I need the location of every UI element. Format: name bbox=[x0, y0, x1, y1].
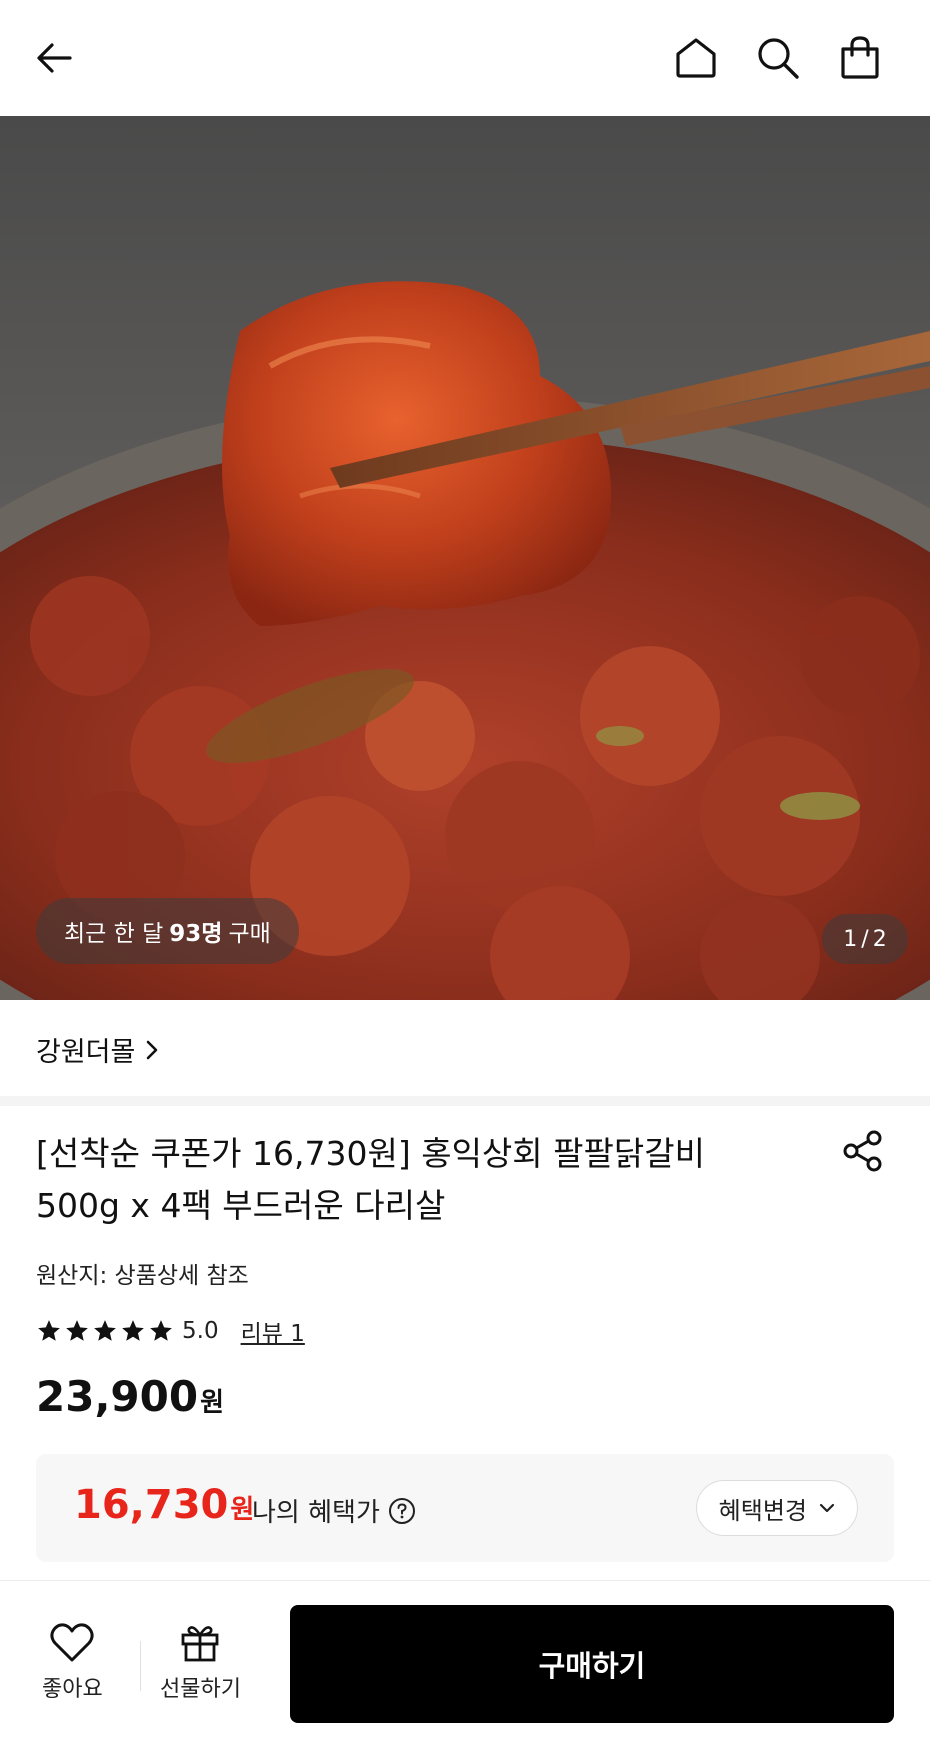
product-price: 23,900 원 bbox=[36, 1372, 224, 1421]
benefit-price-box: 16,730 원 나의 혜택가 혜택변경 bbox=[36, 1454, 894, 1562]
like-label: 좋아요 bbox=[42, 1677, 103, 1702]
share-icon[interactable] bbox=[840, 1128, 890, 1178]
chevron-down-icon bbox=[819, 1503, 835, 1513]
section-divider bbox=[0, 1096, 930, 1106]
store-link[interactable]: 강원더몰 bbox=[36, 1030, 159, 1069]
recent-purchase-badge: 최근 한 달 93명 구매 bbox=[36, 898, 299, 964]
like-button[interactable]: 좋아요 bbox=[42, 1621, 103, 1703]
star-icon bbox=[66, 1320, 88, 1341]
page-current: 1 bbox=[843, 926, 858, 952]
price-unit: 원 bbox=[200, 1388, 224, 1418]
gift-label: 선물하기 bbox=[160, 1677, 241, 1702]
shopping-bag-icon[interactable] bbox=[830, 28, 890, 88]
carousel-page-indicator: 1 / 2 bbox=[822, 914, 908, 964]
rating-score: 5.0 bbox=[182, 1318, 219, 1344]
product-origin: 원산지: 상품상세 참조 bbox=[36, 1263, 249, 1289]
benefit-price: 16,730 원 bbox=[74, 1482, 254, 1528]
change-benefit-button[interactable]: 혜택변경 bbox=[695, 1480, 858, 1536]
search-icon[interactable] bbox=[748, 28, 808, 88]
back-arrow-icon[interactable] bbox=[24, 28, 84, 88]
recent-purchase-suffix: 구매 bbox=[228, 921, 271, 947]
help-circle-icon[interactable] bbox=[388, 1497, 416, 1525]
buy-button[interactable]: 구매하기 bbox=[290, 1605, 894, 1723]
page-separator: / bbox=[861, 926, 869, 952]
product-image-carousel[interactable]: 최근 한 달 93명 구매 1 / 2 bbox=[0, 116, 930, 1000]
chevron-right-icon bbox=[147, 1040, 158, 1059]
top-navigation-bar bbox=[0, 0, 930, 116]
benefit-label-text: 나의 혜택가 bbox=[252, 1498, 380, 1528]
gift-icon bbox=[182, 1626, 219, 1662]
review-link[interactable]: 리뷰 1 bbox=[241, 1314, 305, 1348]
heart-icon bbox=[50, 1623, 94, 1662]
home-icon[interactable] bbox=[666, 28, 726, 88]
gift-button[interactable]: 선물하기 bbox=[160, 1621, 241, 1703]
store-name: 강원더몰 bbox=[36, 1037, 136, 1068]
bottom-action-bar: 좋아요 선물하기 구매하기 bbox=[0, 1580, 930, 1749]
bottom-bar-separator bbox=[140, 1641, 141, 1691]
benefit-price-amount: 16,730 bbox=[74, 1482, 229, 1528]
star-icon bbox=[150, 1320, 172, 1341]
recent-purchase-count: 93명 bbox=[169, 921, 223, 947]
star-icon bbox=[122, 1320, 144, 1341]
price-amount: 23,900 bbox=[36, 1372, 199, 1421]
product-rating: 5.0 리뷰 1 bbox=[36, 1314, 305, 1348]
page-total: 2 bbox=[872, 926, 887, 952]
benefit-price-unit: 원 bbox=[230, 1495, 255, 1525]
benefit-label: 나의 혜택가 bbox=[252, 1492, 416, 1529]
recent-purchase-prefix: 최근 한 달 bbox=[64, 921, 164, 947]
rating-stars bbox=[36, 1318, 174, 1344]
star-icon bbox=[38, 1320, 60, 1341]
change-benefit-label: 혜택변경 bbox=[718, 1496, 807, 1525]
star-icon bbox=[94, 1320, 116, 1341]
product-photo bbox=[0, 116, 930, 1000]
product-title: [선착순 쿠폰가 16,730원] 홍익상회 팔팔닭갈비 500g x 4팩 부… bbox=[36, 1134, 705, 1225]
